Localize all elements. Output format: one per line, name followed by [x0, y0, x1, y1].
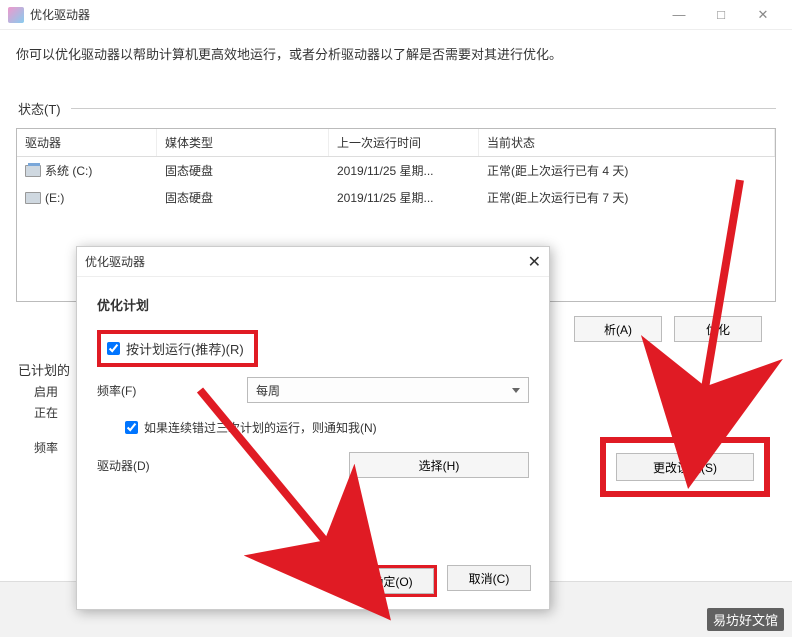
app-icon [8, 7, 24, 23]
dialog-heading: 优化计划 [77, 277, 549, 322]
run-scheduled-label: 按计划运行(推荐)(R) [126, 339, 244, 358]
ok-button[interactable]: 确定(O) [350, 568, 434, 594]
drive-icon [25, 192, 41, 204]
run-scheduled-checkbox[interactable] [107, 342, 120, 355]
analyze-button[interactable]: 析(A) [574, 316, 662, 342]
col-drive[interactable]: 驱动器 [17, 129, 157, 156]
minimize-button[interactable]: — [658, 1, 700, 29]
select-drives-button[interactable]: 选择(H) [349, 452, 529, 478]
freq-select[interactable]: 每周 [247, 377, 529, 403]
col-state[interactable]: 当前状态 [479, 129, 775, 156]
table-row[interactable]: (E:) 固态硬盘 2019/11/25 星期... 正常(距上次运行已有 7 … [17, 184, 775, 211]
drive-icon [25, 165, 41, 177]
change-settings-button[interactable]: 更改设置(S) [616, 453, 754, 481]
highlight-change-settings: 更改设置(S) [600, 437, 770, 497]
optimize-button[interactable]: 优化 [674, 316, 762, 342]
col-media[interactable]: 媒体类型 [157, 129, 329, 156]
status-label: 状态(T) [18, 99, 61, 118]
divider [71, 108, 776, 109]
optimize-schedule-dialog: 优化驱动器 ✕ 优化计划 按计划运行(推荐)(R) 频率(F) 每周 如果连续错… [76, 246, 550, 610]
highlight-run-scheduled: 按计划运行(推荐)(R) [97, 330, 258, 367]
close-button[interactable]: ✕ [742, 1, 784, 29]
description-text: 你可以优化驱动器以帮助计算机更高效地运行，或者分析驱动器以了解是否需要对其进行优… [0, 30, 792, 71]
window-title: 优化驱动器 [30, 6, 658, 23]
freq-label: 频率(F) [97, 382, 247, 399]
maximize-button[interactable]: □ [700, 1, 742, 29]
col-last[interactable]: 上一次运行时间 [329, 129, 479, 156]
dialog-close-icon[interactable]: ✕ [528, 252, 541, 272]
cancel-button[interactable]: 取消(C) [447, 565, 531, 591]
notify-label: 如果连续错过三次计划的运行，则通知我(N) [144, 419, 377, 436]
highlight-ok: 确定(O) [347, 565, 437, 597]
watermark: 易坊好文馆 [707, 608, 784, 631]
drives-label: 驱动器(D) [97, 457, 247, 474]
table-row[interactable]: 系统 (C:) 固态硬盘 2019/11/25 星期... 正常(距上次运行已有… [17, 157, 775, 184]
notify-checkbox[interactable] [125, 421, 138, 434]
dialog-title: 优化驱动器 [85, 253, 145, 270]
